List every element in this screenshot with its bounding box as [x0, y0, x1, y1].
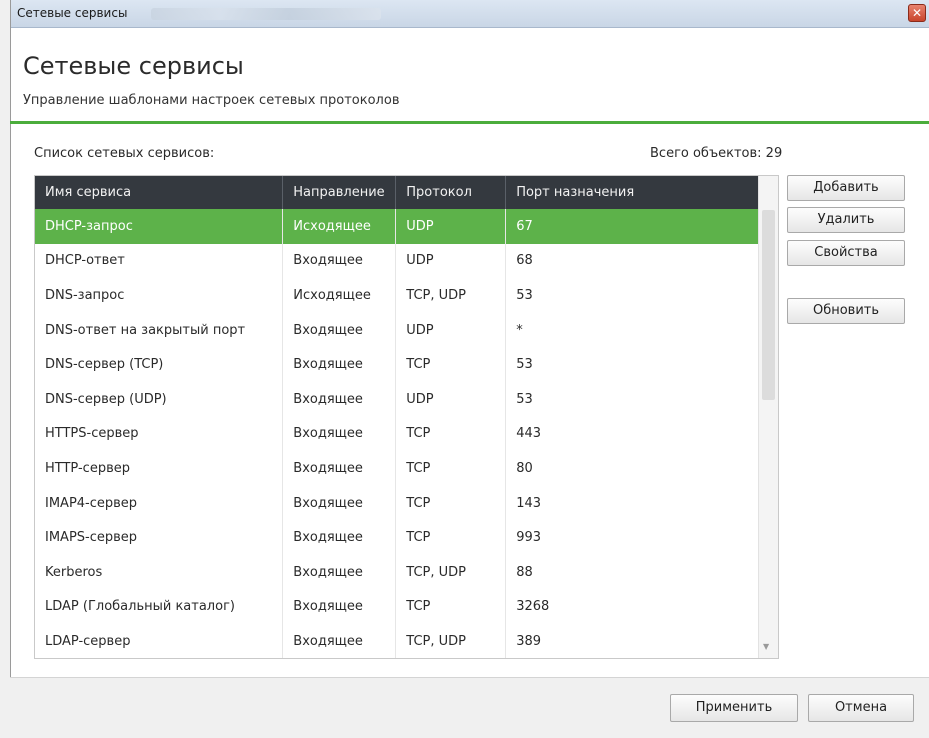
cell-port: 88: [505, 554, 759, 590]
cell-direction: Исходящее: [282, 278, 397, 313]
cell-protocol: TCP: [395, 347, 507, 382]
cell-service-name: DNS-ответ на закрытый порт: [35, 312, 284, 348]
cell-port: *: [505, 312, 759, 348]
taskbar-thumbnail-area: [151, 8, 381, 20]
cell-port: 68: [505, 243, 759, 279]
table-row[interactable]: DNS-запрос Исходящее TCP, UDP 53: [35, 278, 759, 313]
total-count-label: Всего объектов: 29: [650, 146, 783, 161]
cell-direction: Входящее: [282, 485, 397, 521]
cell-direction: Входящее: [282, 243, 397, 279]
cell-protocol: TCP, UDP: [395, 624, 507, 658]
title-bar: Сетевые сервисы ✕: [11, 0, 929, 28]
services-list-label: Список сетевых сервисов:: [34, 146, 215, 161]
cell-protocol: TCP: [395, 520, 507, 555]
cell-protocol: UDP: [395, 312, 507, 348]
cell-protocol: TCP, UDP: [395, 278, 507, 313]
cell-service-name: HTTPS-сервер: [35, 416, 284, 452]
table-row[interactable]: LDAP (Глобальный каталог) Входящее TCP 3268: [35, 589, 759, 625]
cell-service-name: LDAP-сервер: [35, 624, 284, 658]
delete-button[interactable]: Удалить: [787, 207, 905, 233]
page-header: Сетевые сервисы: [23, 52, 244, 80]
cell-protocol: UDP: [395, 209, 507, 244]
cell-protocol: TCP: [395, 485, 507, 521]
cell-service-name: DHCP-ответ: [35, 243, 284, 279]
cell-port: 53: [505, 381, 759, 417]
refresh-button[interactable]: Обновить: [787, 298, 905, 324]
cell-port: 53: [505, 278, 759, 313]
table-row[interactable]: DHCP-ответ Входящее UDP 68: [35, 243, 759, 279]
cell-protocol: UDP: [395, 381, 507, 417]
cell-service-name: IMAPS-сервер: [35, 520, 284, 555]
window-title: Сетевые сервисы: [17, 6, 128, 20]
cell-port: 993: [505, 520, 759, 555]
cell-port: 389: [505, 624, 759, 658]
cancel-button[interactable]: Отмена: [808, 694, 914, 722]
cell-direction: Входящее: [282, 312, 397, 348]
table-row[interactable]: DNS-ответ на закрытый порт Входящее UDP *: [35, 312, 759, 348]
cell-protocol: TCP: [395, 416, 507, 452]
apply-button[interactable]: Применить: [670, 694, 798, 722]
cell-direction: Входящее: [282, 624, 397, 658]
table-row[interactable]: Kerberos Входящее TCP, UDP 88: [35, 554, 759, 590]
cell-direction: Входящее: [282, 347, 397, 382]
table-row[interactable]: LDAP-сервер Входящее TCP, UDP 389: [35, 624, 759, 658]
column-header-direction[interactable]: Направление: [282, 176, 397, 209]
table-header-row: Имя сервиса Направление Протокол Порт на…: [35, 176, 759, 209]
cell-protocol: UDP: [395, 243, 507, 279]
table-row[interactable]: IMAP4-сервер Входящее TCP 143: [35, 485, 759, 521]
add-button[interactable]: Добавить: [787, 175, 905, 201]
scroll-down-icon[interactable]: ▼: [763, 642, 769, 651]
table-row[interactable]: HTTP-сервер Входящее TCP 80: [35, 451, 759, 486]
table-row[interactable]: IMAPS-сервер Входящее TCP 993: [35, 520, 759, 555]
table-scrollbar[interactable]: ▲ ▼: [758, 176, 778, 658]
cell-port: 67: [505, 209, 759, 244]
cell-service-name: LDAP (Глобальный каталог): [35, 589, 284, 625]
cell-direction: Входящее: [282, 520, 397, 555]
page-title: Сетевые сервисы: [23, 52, 244, 80]
cell-port: 443: [505, 416, 759, 452]
cell-protocol: TCP, UDP: [395, 554, 507, 590]
services-table: Имя сервиса Направление Протокол Порт на…: [35, 176, 759, 658]
cell-port: 80: [505, 451, 759, 486]
cell-port: 143: [505, 485, 759, 521]
cell-direction: Входящее: [282, 381, 397, 417]
cell-port: 3268: [505, 589, 759, 625]
accent-divider: [10, 121, 929, 124]
cell-service-name: DNS-сервер (TCP): [35, 347, 284, 382]
table-row[interactable]: DNS-сервер (TCP) Входящее TCP 53: [35, 347, 759, 382]
services-table-container: Имя сервиса Направление Протокол Порт на…: [34, 175, 779, 659]
close-icon[interactable]: ✕: [908, 4, 926, 22]
table-row[interactable]: HTTPS-сервер Входящее TCP 443: [35, 416, 759, 452]
cell-direction: Входящее: [282, 554, 397, 590]
table-row[interactable]: DHCP-запрос Исходящее UDP 67: [35, 209, 759, 244]
column-header-protocol[interactable]: Протокол: [395, 176, 507, 209]
scrollbar-thumb[interactable]: [762, 210, 775, 400]
cell-service-name: IMAP4-сервер: [35, 485, 284, 521]
cell-direction: Исходящее: [282, 209, 397, 244]
page-subtitle: Управление шаблонами настроек сетевых пр…: [23, 93, 400, 108]
cell-service-name: Kerberos: [35, 554, 284, 590]
properties-button[interactable]: Свойства: [787, 240, 905, 266]
table-row[interactable]: DNS-сервер (UDP) Входящее UDP 53: [35, 381, 759, 417]
cell-service-name: HTTP-сервер: [35, 451, 284, 486]
cell-service-name: DNS-сервер (UDP): [35, 381, 284, 417]
cell-direction: Входящее: [282, 589, 397, 625]
cell-service-name: DHCP-запрос: [35, 209, 284, 244]
cell-protocol: TCP: [395, 451, 507, 486]
column-header-port[interactable]: Порт назначения: [505, 176, 759, 209]
cell-protocol: TCP: [395, 589, 507, 625]
cell-service-name: DNS-запрос: [35, 278, 284, 313]
cell-direction: Входящее: [282, 451, 397, 486]
cell-port: 53: [505, 347, 759, 382]
cell-direction: Входящее: [282, 416, 397, 452]
column-header-name[interactable]: Имя сервиса: [35, 176, 284, 209]
